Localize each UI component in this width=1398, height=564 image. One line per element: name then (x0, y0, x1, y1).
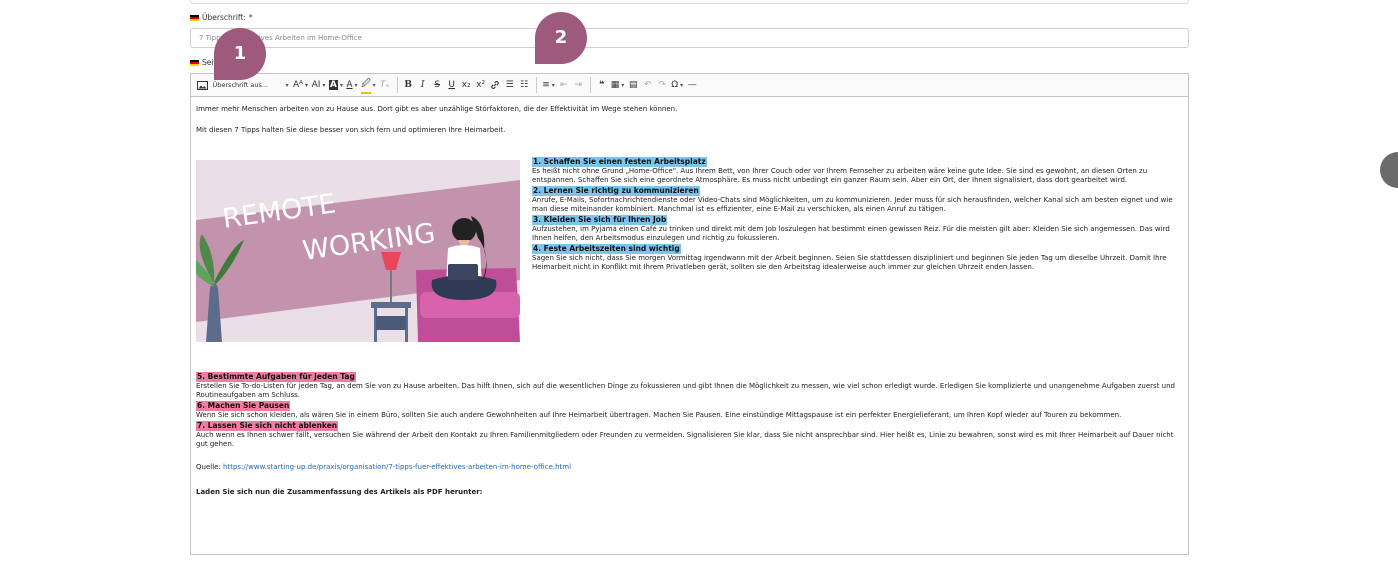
callout-badge-1: 1 (214, 28, 266, 80)
tip-heading: 6. Machen Sie Pausen (196, 401, 291, 411)
editor-content[interactable]: Immer mehr Menschen arbeiten von zu Haus… (191, 97, 1188, 497)
superscript-button[interactable]: x² (474, 76, 487, 94)
font-size-button[interactable]: Aᴬ ▾ (292, 76, 309, 94)
indent-button[interactable]: ⇥ (572, 76, 585, 94)
undo-button[interactable]: ↶ (641, 76, 654, 94)
chevron-down-icon: ▾ (322, 81, 326, 89)
previous-field-edge (190, 0, 1189, 4)
italic-button[interactable]: I (416, 76, 429, 94)
chevron-down-icon: ▾ (339, 81, 343, 89)
tip-section: 5. Bestimmte Aufgaben für jeden Tag Erst… (196, 372, 1183, 400)
bold-button[interactable]: B (402, 76, 415, 94)
tips-column: 1. Schaffen Sie einen festen Arbeitsplat… (532, 157, 1183, 342)
strikethrough-button[interactable]: S (431, 76, 444, 94)
omega-icon: Ω (671, 80, 679, 90)
subscript-button[interactable]: x₂ (460, 76, 473, 94)
outdent-icon: ⇤ (559, 80, 568, 90)
heading-field-label: Überschrift: * (190, 13, 253, 22)
font-color-icon: A (346, 80, 353, 90)
side-panel-toggle[interactable] (1380, 152, 1398, 188)
chevron-down-icon: ▾ (680, 81, 684, 89)
tip-heading: 7. Lassen Sie sich nicht ablenken (196, 421, 339, 431)
remove-format-icon: Tₓ (379, 80, 390, 90)
redo-button[interactable]: ↷ (656, 76, 669, 94)
tip-section: 1. Schaffen Sie einen festen Arbeitsplat… (532, 157, 1183, 185)
special-characters-button[interactable]: Ω ▾ (670, 76, 684, 94)
lower-tips: 5. Bestimmte Aufgaben für jeden Tag Erst… (196, 372, 1183, 449)
link-icon (491, 81, 499, 89)
chevron-down-icon: ▾ (285, 81, 289, 89)
tip-text: Sagen Sie sich nicht, dass Sie morgen Vo… (532, 254, 1167, 271)
source-label: Quelle: (196, 463, 221, 471)
tip-heading: 1. Schaffen Sie einen festen Arbeitsplat… (532, 157, 707, 167)
remote-working-illustration: REMOTE WORKING (196, 160, 520, 342)
toolbar-divider (396, 77, 398, 93)
german-flag-icon (190, 14, 199, 21)
chevron-down-icon: ▾ (551, 81, 555, 89)
horizontal-line-button[interactable]: — (686, 76, 699, 94)
tip-heading: 4. Feste Arbeitszeiten sind wichtig (532, 244, 681, 254)
tip-section: 6. Machen Sie Pausen Wenn Sie sich schon… (196, 401, 1183, 420)
underline-button[interactable]: U (445, 76, 458, 94)
media-icon: ▤ (629, 80, 638, 90)
link-button[interactable] (489, 76, 502, 94)
tip-text: Aufzustehen, im Pyjama einen Café zu tri… (532, 225, 1170, 242)
tip-text: Auch wenn es Ihnen schwer fällt, versuch… (196, 431, 1174, 448)
tip-text: Es heißt nicht ohne Grund „Home-Office".… (532, 167, 1148, 184)
highlighter-icon: 🖉 (361, 76, 371, 94)
insert-media-button[interactable]: ▤ (627, 76, 640, 94)
download-heading: Laden Sie sich nun die Zusammenfassung d… (196, 488, 483, 496)
background-color-button[interactable]: A ▾ (328, 76, 344, 94)
tip-heading: 3. Kleiden Sie sich für Ihren Job (532, 215, 668, 225)
rich-text-editor: Überschrift aus... ▾ Aᴬ ▾ AI ▾ A ▾ A ▾ 🖉 ▾ Tₓ … (190, 73, 1189, 555)
insert-image-button[interactable] (196, 76, 209, 94)
numbered-list-icon: ☷ (520, 80, 529, 90)
quote-icon: ❝ (599, 80, 605, 90)
tip-section: 7. Lassen Sie sich nicht ablenken Auch w… (196, 421, 1183, 449)
table-icon: ▦ (610, 80, 620, 90)
insert-table-button[interactable]: ▦ ▾ (610, 76, 626, 94)
toolbar-divider (536, 77, 538, 93)
blockquote-button[interactable]: ❝ (595, 76, 608, 94)
heading-input[interactable] (190, 28, 1189, 48)
tip-text: Anrufe, E-Mails, Sofortnachrichtendienst… (532, 196, 1173, 213)
font-color-button[interactable]: A ▾ (345, 76, 358, 94)
chevron-down-icon: ▾ (305, 81, 309, 89)
numbered-list-button[interactable]: ☷ (518, 76, 531, 94)
horizontal-line-icon: — (687, 80, 697, 90)
chevron-down-icon: ▾ (621, 81, 625, 89)
tip-heading: 2. Lernen Sie richtig zu kommunizieren (532, 186, 700, 196)
german-flag-icon (190, 59, 199, 66)
tip-section: 2. Lernen Sie richtig zu kommunizieren A… (532, 186, 1183, 214)
bg-color-icon: A (328, 80, 338, 90)
align-button[interactable]: ≡ ▾ (541, 76, 556, 94)
toolbar-divider (590, 77, 592, 93)
intro-paragraph: Immer mehr Menschen arbeiten von zu Haus… (196, 105, 678, 113)
image-text-block: REMOTE WORKING 1. Schaffen Sie einen fes… (196, 157, 1183, 342)
chevron-down-icon: ▾ (354, 81, 358, 89)
tip-text: Wenn Sie sich schon kleiden, als wären S… (196, 411, 1122, 419)
callout-badge-2: 2 (535, 12, 587, 64)
highlight-button[interactable]: 🖉 ▾ (360, 76, 377, 94)
source-link[interactable]: https://www.starting-up.de/praxis/organi… (223, 463, 571, 471)
editor-toolbar: Überschrift aus... ▾ Aᴬ ▾ AI ▾ A ▾ A ▾ 🖉 ▾ Tₓ … (191, 74, 1188, 97)
intro-paragraph: Mit diesen 7 Tipps halten Sie diese bess… (196, 126, 506, 134)
bullet-list-button[interactable]: ☰ (503, 76, 516, 94)
remove-format-button[interactable]: Tₓ (378, 76, 391, 94)
tip-heading: 5. Bestimmte Aufgaben für jeden Tag (196, 372, 356, 382)
bullet-list-icon: ☰ (505, 80, 514, 90)
tip-text: Erstellen Sie To-do-Listen für jeden Tag… (196, 382, 1175, 399)
tip-section: 3. Kleiden Sie sich für Ihren Job Aufzus… (532, 215, 1183, 243)
tip-section: 4. Feste Arbeitszeiten sind wichtig Sage… (532, 244, 1183, 272)
font-family-button[interactable]: AI ▾ (311, 76, 327, 94)
align-left-icon: ≡ (542, 80, 550, 90)
source-line: Quelle: https://www.starting-up.de/praxi… (196, 463, 1183, 472)
image-icon (197, 80, 208, 90)
redo-icon: ↷ (658, 80, 667, 90)
outdent-button[interactable]: ⇤ (557, 76, 570, 94)
indent-icon: ⇥ (574, 80, 583, 90)
undo-icon: ↶ (644, 80, 652, 90)
chevron-down-icon: ▾ (372, 81, 376, 89)
